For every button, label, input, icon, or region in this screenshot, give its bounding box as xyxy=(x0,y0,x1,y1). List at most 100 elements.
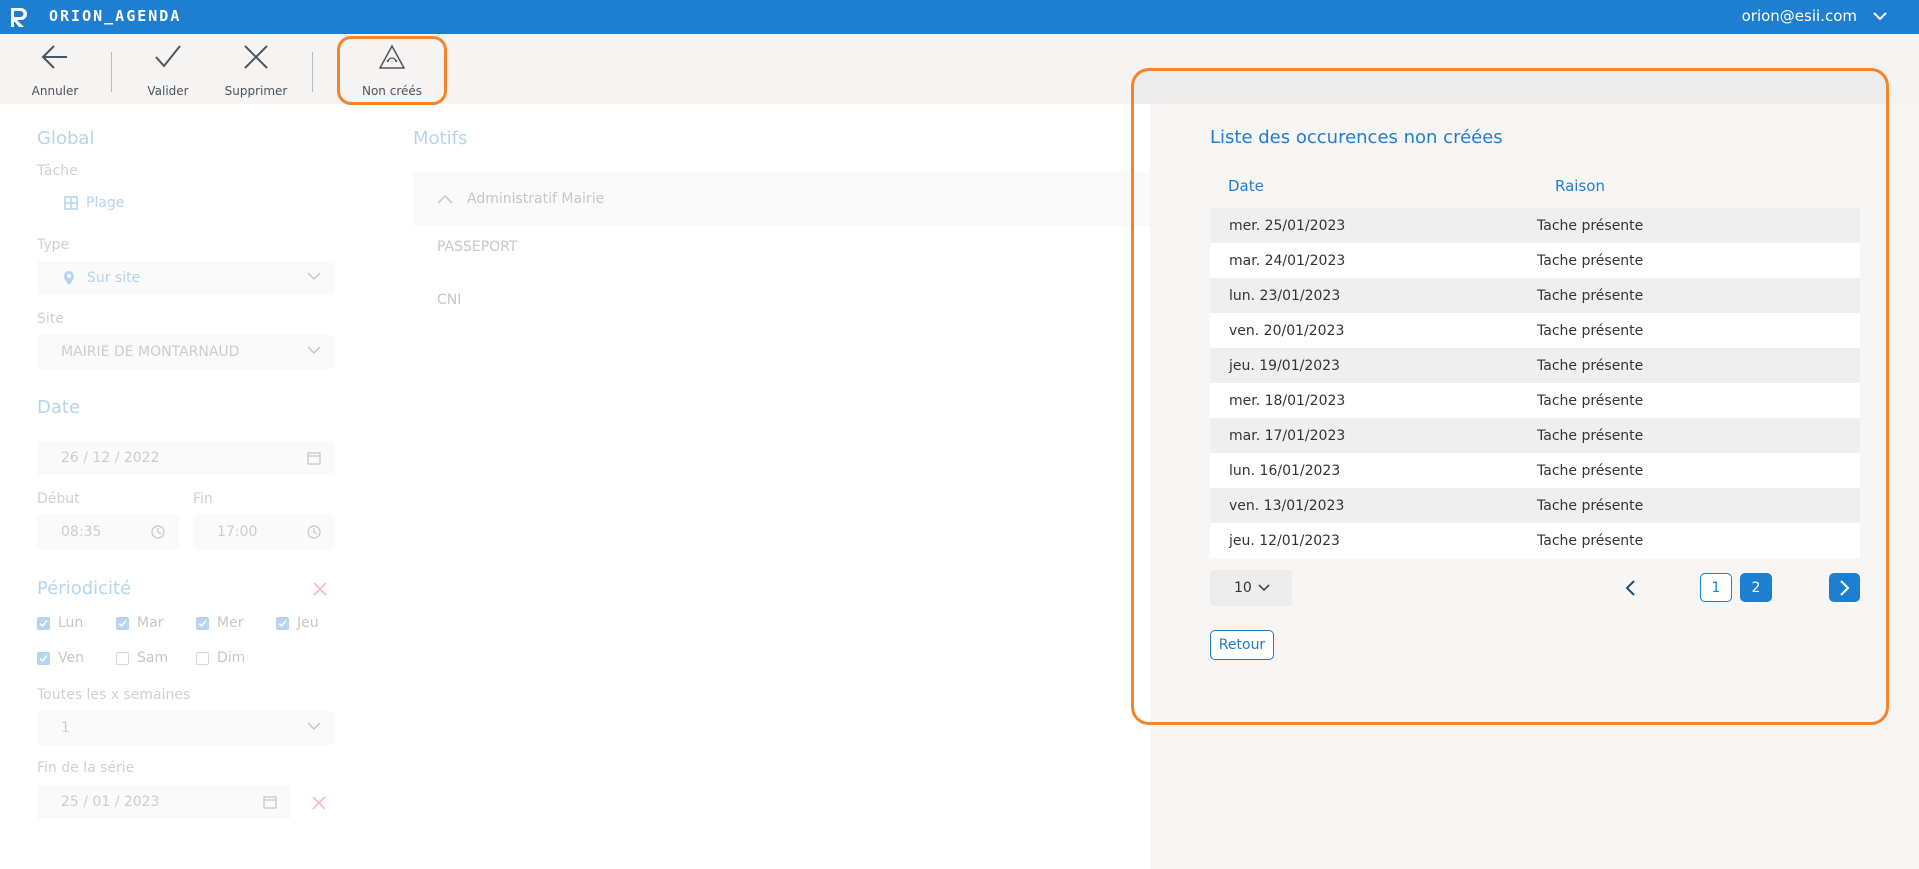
table-row: jeu. 12/01/2023 Tache présente xyxy=(1210,523,1860,558)
column-header-date[interactable]: Date xyxy=(1228,177,1264,195)
table-row: mar. 24/01/2023 Tache présente xyxy=(1210,243,1860,278)
chevron-right-icon xyxy=(1839,579,1849,596)
tache-value[interactable]: Plage xyxy=(64,195,124,211)
calendar-grid-icon xyxy=(64,196,78,210)
fin-serie-input[interactable]: 25 / 01 / 2023 xyxy=(37,785,291,819)
cell-reason: Tache présente xyxy=(1537,217,1644,234)
day-checkbox-mer[interactable]: Mer xyxy=(196,615,243,631)
clear-end-date-icon[interactable] xyxy=(312,796,326,810)
page-size-value: 10 xyxy=(1234,580,1252,596)
table-row: ven. 20/01/2023 Tache présente xyxy=(1210,313,1860,348)
debut-time-input[interactable]: 08:35 xyxy=(37,515,179,549)
pagination-next-button[interactable] xyxy=(1829,573,1860,602)
fin-time-input[interactable]: 17:00 xyxy=(193,515,335,549)
cell-date: mer. 25/01/2023 xyxy=(1229,217,1346,234)
cell-date: jeu. 12/01/2023 xyxy=(1229,532,1340,549)
day-checkbox-lun[interactable]: Lun xyxy=(37,615,83,631)
periodicite-section-title: Périodicité xyxy=(37,578,132,599)
table-row: mar. 17/01/2023 Tache présente xyxy=(1210,418,1860,453)
day-checkbox-sam[interactable]: Sam xyxy=(116,650,168,666)
table-row: lun. 16/01/2023 Tache présente xyxy=(1210,453,1860,488)
type-label: Type xyxy=(37,237,70,253)
pagination-page-2[interactable]: 2 xyxy=(1740,573,1772,602)
checkbox-checked-icon xyxy=(37,651,50,665)
chevron-down-icon xyxy=(307,346,321,355)
app-logo-icon xyxy=(11,8,27,27)
toolbar-divider xyxy=(312,52,313,92)
top-bar: ORION_AGENDA orion@esii.com xyxy=(0,0,1919,34)
pagination-prev-button[interactable] xyxy=(1620,577,1640,599)
page-size-select[interactable]: 10 xyxy=(1210,570,1292,606)
debut-label: Début xyxy=(37,491,80,507)
retour-button[interactable]: Retour xyxy=(1210,630,1274,660)
valider-button[interactable]: Valider xyxy=(140,34,196,104)
motif-group-header[interactable]: Administratif Mairie xyxy=(413,172,1150,226)
cell-reason: Tache présente xyxy=(1537,532,1644,549)
motifs-section-title: Motifs xyxy=(413,128,468,149)
day-checkbox-dim[interactable]: Dim xyxy=(196,650,245,666)
day-label: Sam xyxy=(137,650,169,666)
date-input[interactable]: 26 / 12 / 2022 xyxy=(37,441,335,475)
column-header-raison[interactable]: Raison xyxy=(1555,177,1605,195)
event-form: Global Tâche Plage Type Sur site Site MA… xyxy=(0,104,1150,869)
checkbox-checked-icon xyxy=(37,616,50,630)
close-icon xyxy=(244,45,268,69)
cell-reason: Tache présente xyxy=(1537,497,1644,514)
calendar-icon xyxy=(307,452,321,465)
motif-item-passeport[interactable]: PASSEPORT xyxy=(437,239,517,255)
fin-serie-label: Fin de la série xyxy=(37,760,135,776)
site-label: Site xyxy=(37,311,64,327)
clock-icon xyxy=(307,525,321,539)
fin-serie-value: 25 / 01 / 2023 xyxy=(61,794,160,810)
cell-reason: Tache présente xyxy=(1537,427,1644,444)
arrow-left-icon xyxy=(41,45,67,69)
day-checkbox-ven[interactable]: Ven xyxy=(37,650,84,666)
chevron-down-icon xyxy=(1258,584,1270,592)
day-label: Jeu xyxy=(297,615,319,631)
date-section-title: Date xyxy=(37,397,81,418)
cell-date: jeu. 19/01/2023 xyxy=(1229,357,1340,374)
clock-icon xyxy=(151,525,165,539)
motif-item-cni[interactable]: CNI xyxy=(437,292,461,308)
toolbar-divider xyxy=(111,52,112,92)
cell-reason: Tache présente xyxy=(1537,357,1644,374)
checkbox-checked-icon xyxy=(116,616,129,630)
panel-title: Liste des occurences non créées xyxy=(1210,127,1503,148)
supprimer-button[interactable]: Supprimer xyxy=(221,34,291,104)
fin-label: Fin xyxy=(193,491,213,507)
chevron-up-icon xyxy=(437,194,453,204)
table-row: jeu. 19/01/2023 Tache présente xyxy=(1210,348,1860,383)
chevron-down-icon xyxy=(307,722,321,731)
pagination-page-1[interactable]: 1 xyxy=(1700,573,1732,602)
site-select[interactable]: MAIRIE DE MONTARNAUD xyxy=(37,335,335,369)
weeks-value: 1 xyxy=(61,720,70,736)
weeks-select[interactable]: 1 xyxy=(37,711,335,745)
valider-label: Valider xyxy=(147,84,189,98)
cell-date: lun. 23/01/2023 xyxy=(1229,287,1341,304)
cell-date: mer. 18/01/2023 xyxy=(1229,392,1346,409)
chevron-down-icon xyxy=(307,272,321,281)
day-label: Lun xyxy=(58,615,84,631)
type-value: Sur site xyxy=(87,270,141,286)
tache-value-text: Plage xyxy=(86,195,125,211)
annuler-button[interactable]: Annuler xyxy=(28,34,82,104)
table-row: mer. 25/01/2023 Tache présente xyxy=(1210,208,1860,243)
day-checkbox-mar[interactable]: Mar xyxy=(116,615,163,631)
user-menu[interactable]: orion@esii.com xyxy=(1742,7,1887,25)
checkbox-empty-icon xyxy=(116,651,129,665)
chevron-down-icon xyxy=(1873,12,1887,21)
debut-value: 08:35 xyxy=(61,524,102,540)
location-pin-icon xyxy=(64,271,74,285)
table-row: mer. 18/01/2023 Tache présente xyxy=(1210,383,1860,418)
fin-value: 17:00 xyxy=(217,524,258,540)
day-label: Dim xyxy=(217,650,246,666)
cell-date: lun. 16/01/2023 xyxy=(1229,462,1341,479)
supprimer-label: Supprimer xyxy=(224,84,288,98)
day-checkbox-jeu[interactable]: Jeu xyxy=(276,615,319,631)
calendar-icon xyxy=(263,796,277,809)
clear-periodicity-icon[interactable] xyxy=(313,582,327,596)
type-select[interactable]: Sur site xyxy=(37,261,335,295)
day-label: Mer xyxy=(217,615,244,631)
table-row: lun. 23/01/2023 Tache présente xyxy=(1210,278,1860,313)
cell-reason: Tache présente xyxy=(1537,462,1644,479)
